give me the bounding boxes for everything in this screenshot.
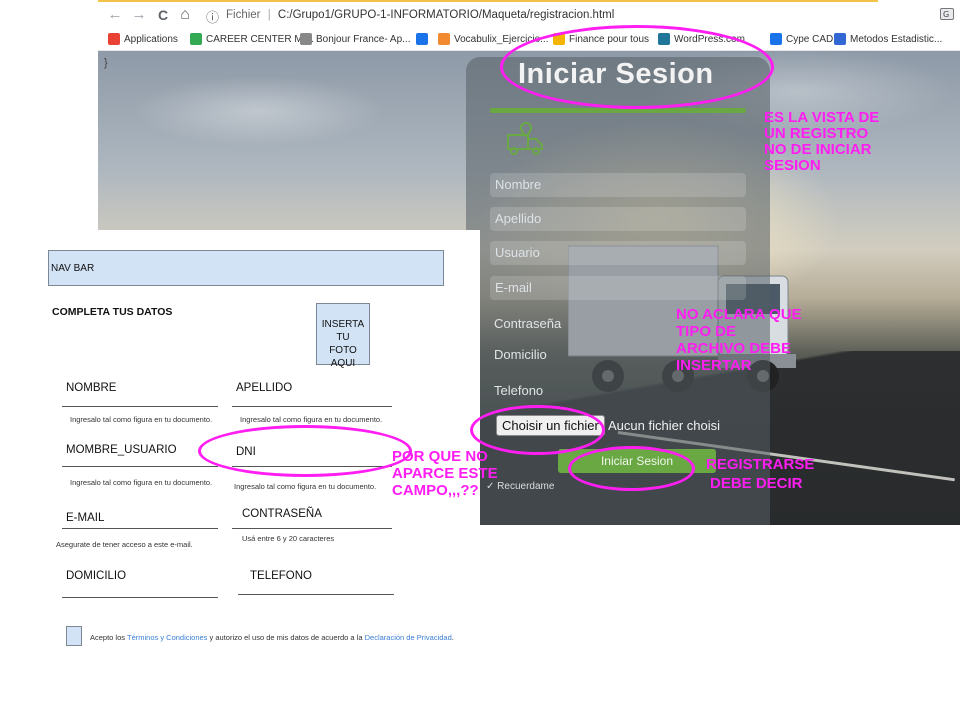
annotation-registro-line-2: UN REGISTRO — [764, 125, 869, 142]
domicilio-label[interactable]: Domicilio — [494, 347, 547, 362]
translate-icon[interactable]: G — [940, 8, 954, 23]
apellido-field-label: APELLIDO — [236, 382, 293, 394]
annotation-archivo-line-3: ARCHIVO DEBE — [676, 340, 792, 357]
photo-line-2: FOTO AQUI — [329, 345, 357, 369]
contrasena-hint: Usá entre 6 y 20 caracteres — [242, 534, 335, 543]
nombre-field-line[interactable] — [62, 406, 218, 407]
stray-text: } — [104, 57, 108, 69]
cype-icon — [770, 33, 782, 45]
terms-end: . — [451, 633, 454, 642]
bookmark-label: CAREER CENTER MI... — [206, 33, 314, 45]
bookmark-item[interactable] — [416, 32, 432, 46]
annotation-archivo-line-1: NO ACLARA QUE — [676, 306, 802, 323]
contrasena-field-line[interactable] — [232, 528, 392, 529]
apps-grid-icon — [108, 33, 120, 45]
delivery-truck-icon — [507, 121, 543, 155]
annotation-boton: REGISTRARSE DEBE DECIR — [706, 455, 814, 493]
annotation-archivo-line-2: TIPO DE — [676, 323, 737, 340]
privacy-link[interactable]: Declaración de Privacidad — [365, 633, 452, 642]
domicilio-field-label: DOMICILIO — [66, 570, 127, 582]
annotation-circle-title — [500, 25, 774, 109]
annotation-registro-line-3: NO DE INICIAR — [764, 141, 872, 158]
annotation-archivo-line-4: INSERTAR — [676, 357, 752, 374]
annotation-dni-line-2: APARCE ESTE — [392, 465, 498, 482]
bookmark-item[interactable]: Cype CAD — [770, 32, 833, 46]
career-center-icon — [190, 33, 202, 45]
nombre-hint: Ingresalo tal como figura en tu document… — [70, 415, 213, 424]
address-bar[interactable]: Fichier | C:/Grupo1/GRUPO-1-INFORMATORIO… — [226, 9, 614, 21]
wireframe-nav-bar: NAV BAR — [48, 250, 444, 286]
terms-link[interactable]: Términos y Condiciones — [127, 633, 207, 642]
reload-icon[interactable]: C — [154, 6, 172, 24]
annotation-circle-button — [568, 446, 695, 491]
photo-upload-placeholder[interactable]: INSERTA TU FOTO AQUI — [316, 303, 370, 369]
annotation-boton-line-1: REGISTRARSE — [706, 456, 815, 473]
email-field-label: E-MAIL — [66, 512, 105, 524]
back-arrow-icon[interactable]: ← — [106, 6, 124, 24]
email-input[interactable]: E-mail — [490, 276, 746, 300]
vocabulix-icon — [438, 33, 450, 45]
url-separator: | — [267, 9, 271, 21]
title-underline — [490, 108, 746, 113]
terms-text: Acepto los Términos y Condiciones y auto… — [90, 633, 454, 642]
site-info-icon[interactable]: ⓘ — [206, 7, 219, 26]
usuario-field-line[interactable] — [62, 466, 218, 467]
contrasena-field-label: CONTRASEÑA — [242, 508, 322, 520]
telefono-label[interactable]: Telefono — [494, 383, 543, 398]
remember-me-label: Recuerdame — [497, 481, 555, 492]
usuario-hint: Ingresalo tal como figura en tu document… — [70, 478, 213, 487]
nombre-input[interactable]: Nombre — [490, 173, 746, 197]
browser-toolbar: ← → C ⌂ ⓘ Fichier | C:/Grupo1/GRUPO-1-IN… — [98, 2, 960, 28]
bookmark-item[interactable]: CAREER CENTER MI... — [190, 32, 314, 46]
forward-arrow-icon[interactable]: → — [130, 6, 148, 24]
annotation-registro-line-4: SESION — [764, 157, 821, 174]
bookmark-label: Cype CAD — [786, 33, 834, 45]
photo-line-1: INSERTA TU — [321, 319, 365, 343]
apellido-input[interactable]: Apellido — [490, 207, 746, 231]
annotation-archivo: NO ACLARA QUE TIPO DE ARCHIVO DEBE INSER… — [676, 306, 802, 374]
contrasena-label[interactable]: Contraseña — [494, 316, 561, 331]
terms-pre: Acepto los — [90, 633, 127, 642]
terms-mid: y autorizo el uso de mis datos de acuerd… — [207, 633, 365, 642]
svg-text:G: G — [943, 10, 949, 19]
terms-checkbox[interactable] — [66, 626, 82, 646]
annotation-boton-line-2: DEBE DECIR — [710, 475, 803, 492]
url-scheme-label: Fichier — [226, 9, 261, 21]
email-hint: Asegurate de tener acceso a este e-mail. — [56, 540, 193, 549]
telefono-field-line[interactable] — [238, 594, 394, 595]
apellido-field-line[interactable] — [232, 406, 392, 407]
email-field-line[interactable] — [62, 528, 218, 529]
home-icon[interactable]: ⌂ — [176, 6, 194, 24]
bookmark-label: Metodos Estadistic... — [850, 33, 943, 45]
annotation-dni: POR QUE NO APARCE ESTE CAMPO,,,?? — [392, 448, 498, 499]
apellido-hint: Ingresalo tal como figura en tu document… — [240, 415, 383, 424]
metodos-icon — [834, 33, 846, 45]
domicilio-field-line[interactable] — [62, 597, 218, 598]
annotation-dni-line-1: POR QUE NO — [392, 448, 488, 465]
url-path: C:/Grupo1/GRUPO-1-INFORMATORIO/Maqueta/r… — [277, 9, 615, 21]
wireframe-title: COMPLETA TUS DATOS — [52, 306, 173, 318]
bookmark-label: Bonjour France- Ap... — [316, 33, 411, 45]
annotation-registro-line-1: ES LA VISTA DE — [764, 109, 880, 126]
bookmark-item[interactable]: Metodos Estadistic... — [834, 32, 942, 46]
usuario-field-label: MOMBRE_USUARIO — [66, 444, 177, 456]
trello-icon — [416, 33, 428, 45]
usuario-input[interactable]: Usuario — [490, 241, 746, 265]
bonjour-france-icon — [300, 33, 312, 45]
bookmark-label: Applications — [124, 33, 178, 45]
file-status-text: Aucun fichier choisi — [608, 418, 720, 433]
annotation-registro: ES LA VISTA DE UN REGISTRO NO DE INICIAR… — [764, 110, 879, 174]
annotation-circle-dni — [198, 425, 412, 477]
nombre-field-label: NOMBRE — [66, 382, 117, 394]
bookmark-item[interactable]: Bonjour France- Ap... — [300, 32, 411, 46]
dni-hint: Ingresalo tal como figura en tu document… — [234, 482, 377, 491]
bookmark-item[interactable]: Applications — [108, 32, 178, 46]
telefono-field-label: TELEFONO — [250, 570, 312, 582]
annotation-dni-line-3: CAMPO,,,?? — [392, 482, 479, 499]
